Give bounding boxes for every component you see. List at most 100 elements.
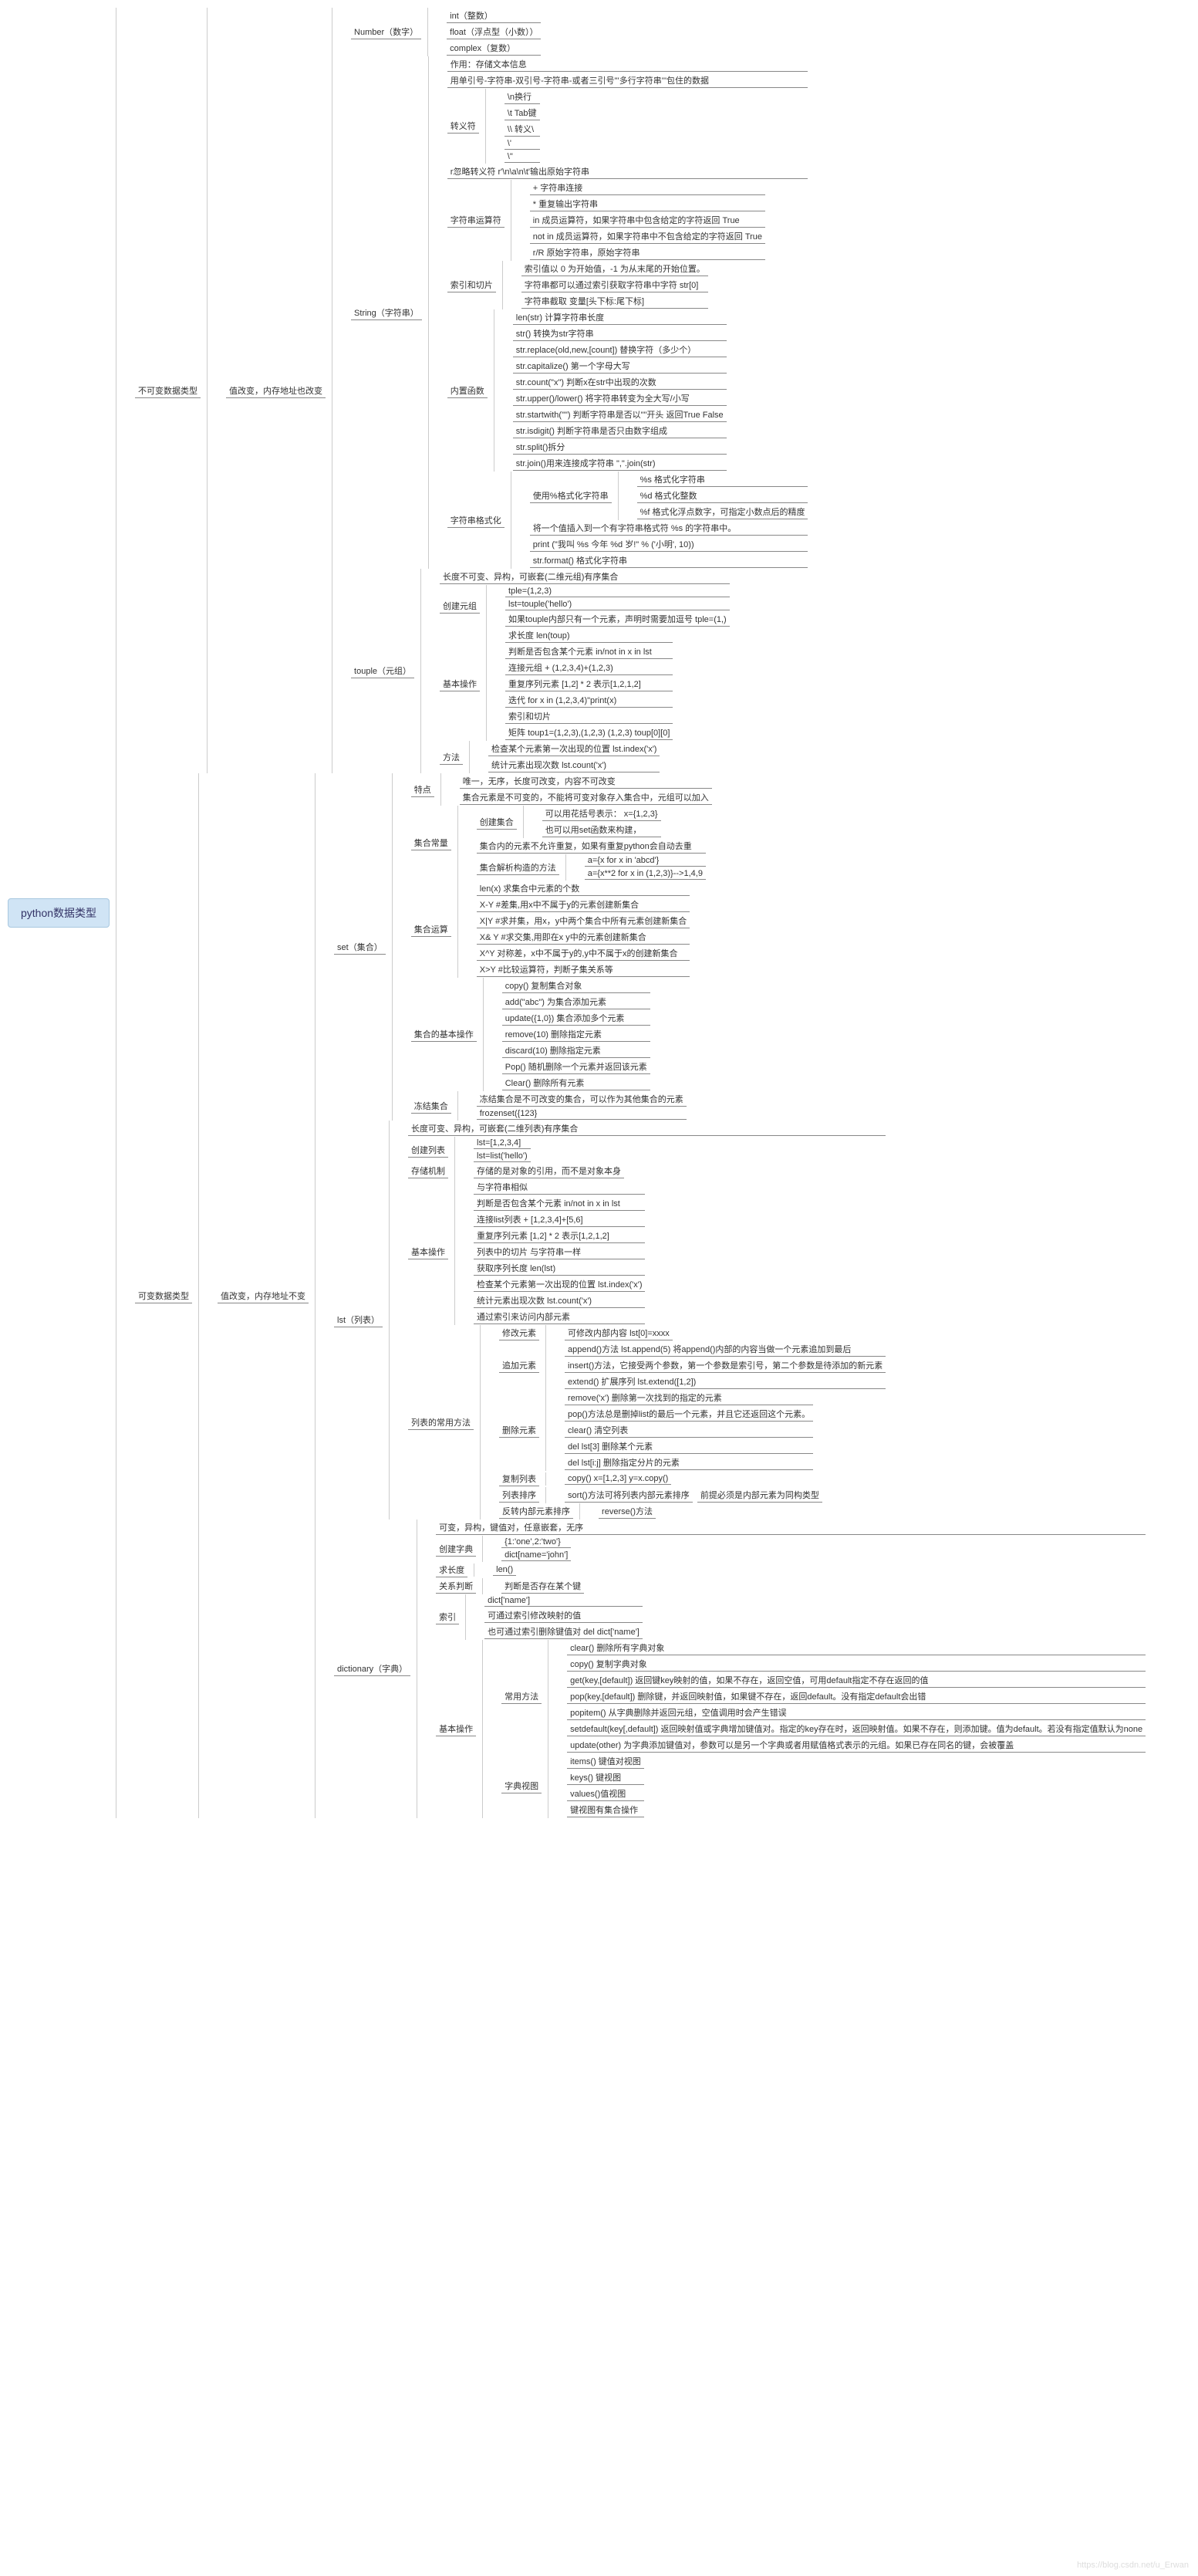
leaf-node: popitem() 从字典删除并返回元组，空值调用时会产生错误 bbox=[567, 1706, 1146, 1720]
leaf-node: 可通过索引修改映射的值 bbox=[484, 1608, 643, 1623]
set-parse: 集合解析构造的方法 bbox=[477, 860, 559, 875]
list-n1: 长度可变、异构，可嵌套(二维列表)有序集合 bbox=[408, 1121, 886, 1136]
escape: 转义符 bbox=[447, 119, 479, 134]
lm-del: 删除元素 bbox=[499, 1423, 539, 1438]
leaf-node: setdefault(key[,default]) 返回映射值或字典增加键值对。… bbox=[567, 1722, 1146, 1736]
lm-add: 追加元素 bbox=[499, 1358, 539, 1373]
str-builtin: 内置函数 bbox=[447, 384, 488, 398]
leaf-node: X^Y 对称差，x中不属于y的,y中不属于x的创建新集合 bbox=[477, 946, 690, 961]
str-fmt: 字符串格式化 bbox=[447, 513, 505, 528]
dict-len-n: len() bbox=[493, 1564, 516, 1576]
leaf-node: 字符串都可以通过索引获取字符串中字符 str[0] bbox=[521, 278, 708, 292]
leaf-node: discard(10) 删除指定元素 bbox=[502, 1043, 650, 1058]
leaf-node: clear() 清空列表 bbox=[565, 1423, 813, 1438]
leaf-node: str.count("x") 判断x在str中出现的次数 bbox=[513, 375, 727, 390]
mutable-note: 值改变，内存地址不变 bbox=[218, 1289, 309, 1303]
tuple-method: 方法 bbox=[440, 750, 463, 765]
leaf-node: dict['name'] bbox=[484, 1595, 643, 1607]
leaf-node: del lst[i:j] 删除指定分片的元素 bbox=[565, 1455, 813, 1470]
leaf-node: 与字符串相似 bbox=[474, 1180, 645, 1195]
dict-create: 创建字典 bbox=[436, 1542, 476, 1557]
fmt-n1: 将一个值插入到一个有字符串格式符 %s 的字符串中。 bbox=[530, 521, 808, 536]
set-const-n1: 集合内的元素不允许重复，如果有重复python会自动去重 bbox=[477, 839, 706, 854]
leaf-node: Pop() 随机删除一个元素并返回该元素 bbox=[502, 1060, 650, 1074]
set-basic: 集合的基本操作 bbox=[411, 1027, 477, 1042]
set: set（集合） bbox=[334, 940, 386, 955]
set-calc: 集合运算 bbox=[411, 922, 451, 937]
leaf-node: update(other) 为字典添加键值对，参数可以是另一个字典或者用赋值格式… bbox=[567, 1738, 1146, 1753]
dict-methods: 常用方法 bbox=[501, 1689, 542, 1704]
lm-copy-n: copy() x=[1,2,3] y=x.copy() bbox=[565, 1473, 671, 1485]
list-basic: 基本操作 bbox=[408, 1245, 448, 1259]
leaf-node: Clear() 删除所有元素 bbox=[502, 1076, 650, 1090]
leaf-node: 连接list列表 + [1,2,3,4]+[5,6] bbox=[474, 1212, 645, 1227]
leaf-node: 索引值以 0 为开始值，-1 为从末尾的开始位置。 bbox=[521, 262, 708, 276]
leaf-node: \" bbox=[505, 151, 540, 163]
leaf-node: extend() 扩展序列 lst.extend([1,2]) bbox=[565, 1374, 886, 1389]
lm-mod: 修改元素 bbox=[499, 1326, 539, 1340]
leaf-node: str.capitalize() 第一个字母大写 bbox=[513, 359, 727, 374]
leaf-node: 冻结集合是不可改变的集合，可以作为其他集合的元素 bbox=[477, 1092, 687, 1107]
leaf-node: \' bbox=[505, 138, 540, 150]
leaf-node: 字符串截取 变量[头下标:尾下标] bbox=[521, 294, 708, 309]
leaf-node: lst=touple('hello') bbox=[505, 599, 730, 610]
leaf-node: X|Y #求并集，用x，y中两个集合中所有元素创建新集合 bbox=[477, 914, 690, 928]
leaf-node: \t Tab键 bbox=[505, 106, 540, 120]
fmt-n2: print ("我叫 %s 今年 %d 岁!" % ('小明', 10)) bbox=[530, 537, 808, 552]
leaf-node: str.startwith("") 判断字符串是否以""开头 返回True Fa… bbox=[513, 407, 727, 422]
list-store-n: 存储的是对象的引用，而不是对象本身 bbox=[474, 1164, 624, 1178]
leaf-node: 重复序列元素 [1,2] * 2 表示[1,2,1,2] bbox=[474, 1229, 645, 1243]
leaf-node: str.join()用来连接成字符串 ",".join(str) bbox=[513, 456, 727, 471]
leaf-node: 矩阵 toup1=(1,2,3),(1,2,3) (1,2,3) toup[0]… bbox=[505, 725, 673, 740]
leaf-node: 唯一，无序，长度可改变，内容不可改变 bbox=[460, 774, 712, 789]
lm-sort: 列表排序 bbox=[499, 1488, 539, 1503]
dict-rel: 关系判断 bbox=[436, 1579, 476, 1594]
fmt-n3: str.format() 格式化字符串 bbox=[530, 553, 808, 568]
leaf-node: items() 键值对视图 bbox=[567, 1754, 644, 1769]
leaf-node: complex（复数） bbox=[447, 41, 541, 56]
leaf-node: in 成员运算符，如果字符串中包含给定的字符返回 True bbox=[530, 213, 765, 228]
str-op: 字符串运算符 bbox=[447, 213, 505, 228]
lm-sort-e: 前提必须是内部元素为同构类型 bbox=[697, 1488, 822, 1503]
string: String（字符串） bbox=[351, 306, 422, 320]
leaf-node: str.replace(old,new,[count]) 替换字符（多少个） bbox=[513, 343, 727, 357]
set-const: 集合常量 bbox=[411, 836, 451, 850]
leaf-node: 迭代 for x in (1,2,3,4)"print(x) bbox=[505, 693, 673, 708]
leaf-node: + 字符串连接 bbox=[530, 181, 765, 195]
leaf-node: 如果touple内部只有一个元素，声明时需要加逗号 tple=(1,) bbox=[505, 612, 730, 627]
leaf-node: not in 成员运算符，如果字符串中不包含给定的字符返回 True bbox=[530, 229, 765, 244]
lm-rev: 反转内部元素排序 bbox=[499, 1504, 573, 1519]
dict-n1: 可变，异构，键值对，任意嵌套，无序 bbox=[436, 1520, 1146, 1535]
leaf-node: 可以用花括号表示： x={1,2,3} bbox=[542, 806, 661, 821]
leaf-node: insert()方法，它接受两个参数，第一个参数是索引号，第二个参数是待添加的新… bbox=[565, 1358, 886, 1373]
leaf-node: 统计元素出现次数 lst.count('x') bbox=[488, 758, 660, 772]
leaf-node: 获取序列长度 len(lst) bbox=[474, 1261, 645, 1276]
dict-basic: 基本操作 bbox=[436, 1722, 476, 1736]
leaf-node: len(x) 求集合中元素的个数 bbox=[477, 881, 690, 896]
leaf-node: len(str) 计算字符串长度 bbox=[513, 310, 727, 325]
leaf-node: keys() 键视图 bbox=[567, 1770, 644, 1785]
leaf-node: 列表中的切片 与字符串一样 bbox=[474, 1245, 645, 1259]
mutable-title: 可变数据类型 bbox=[135, 1289, 192, 1303]
root-label: python数据类型 bbox=[21, 907, 96, 919]
str-n1: 作用：存储文本信息 bbox=[447, 57, 808, 72]
lm-rev-n: reverse()方法 bbox=[599, 1504, 656, 1519]
leaf-node: 也可以用set函数来构建， bbox=[542, 823, 661, 837]
leaf-node: remove('x') 删除第一次找到的指定的元素 bbox=[565, 1391, 813, 1405]
list-methods: 列表的常用方法 bbox=[408, 1415, 474, 1430]
leaf-node: int（整数） bbox=[447, 8, 541, 23]
leaf-node: str.upper()/lower() 将字符串转变为全大写/小写 bbox=[513, 391, 727, 406]
leaf-node: r/R 原始字符串，原始字符串 bbox=[530, 245, 765, 260]
leaf-node: \\ 转义\ bbox=[505, 122, 540, 137]
dict-view: 字典视图 bbox=[501, 1779, 542, 1793]
leaf-node: dict[name='john'] bbox=[501, 1550, 571, 1561]
leaf-node: 检查某个元素第一次出现的位置 lst.index('x') bbox=[474, 1277, 645, 1292]
lm-copy: 复制列表 bbox=[499, 1472, 539, 1486]
leaf-node: pop(key,[default]) 删除键，并返回映射值，如果键不存在，返回d… bbox=[567, 1689, 1146, 1704]
leaf-node: lst=list('hello') bbox=[474, 1151, 531, 1162]
leaf-node: add("abc") 为集合添加元素 bbox=[502, 995, 650, 1009]
set-create: 创建集合 bbox=[477, 815, 517, 830]
tuple: touple（元组） bbox=[351, 664, 414, 678]
leaf-node: 也可通过索引删除键值对 del dict['name'] bbox=[484, 1624, 643, 1639]
dict-rel-n: 判断是否存在某个键 bbox=[501, 1579, 584, 1594]
